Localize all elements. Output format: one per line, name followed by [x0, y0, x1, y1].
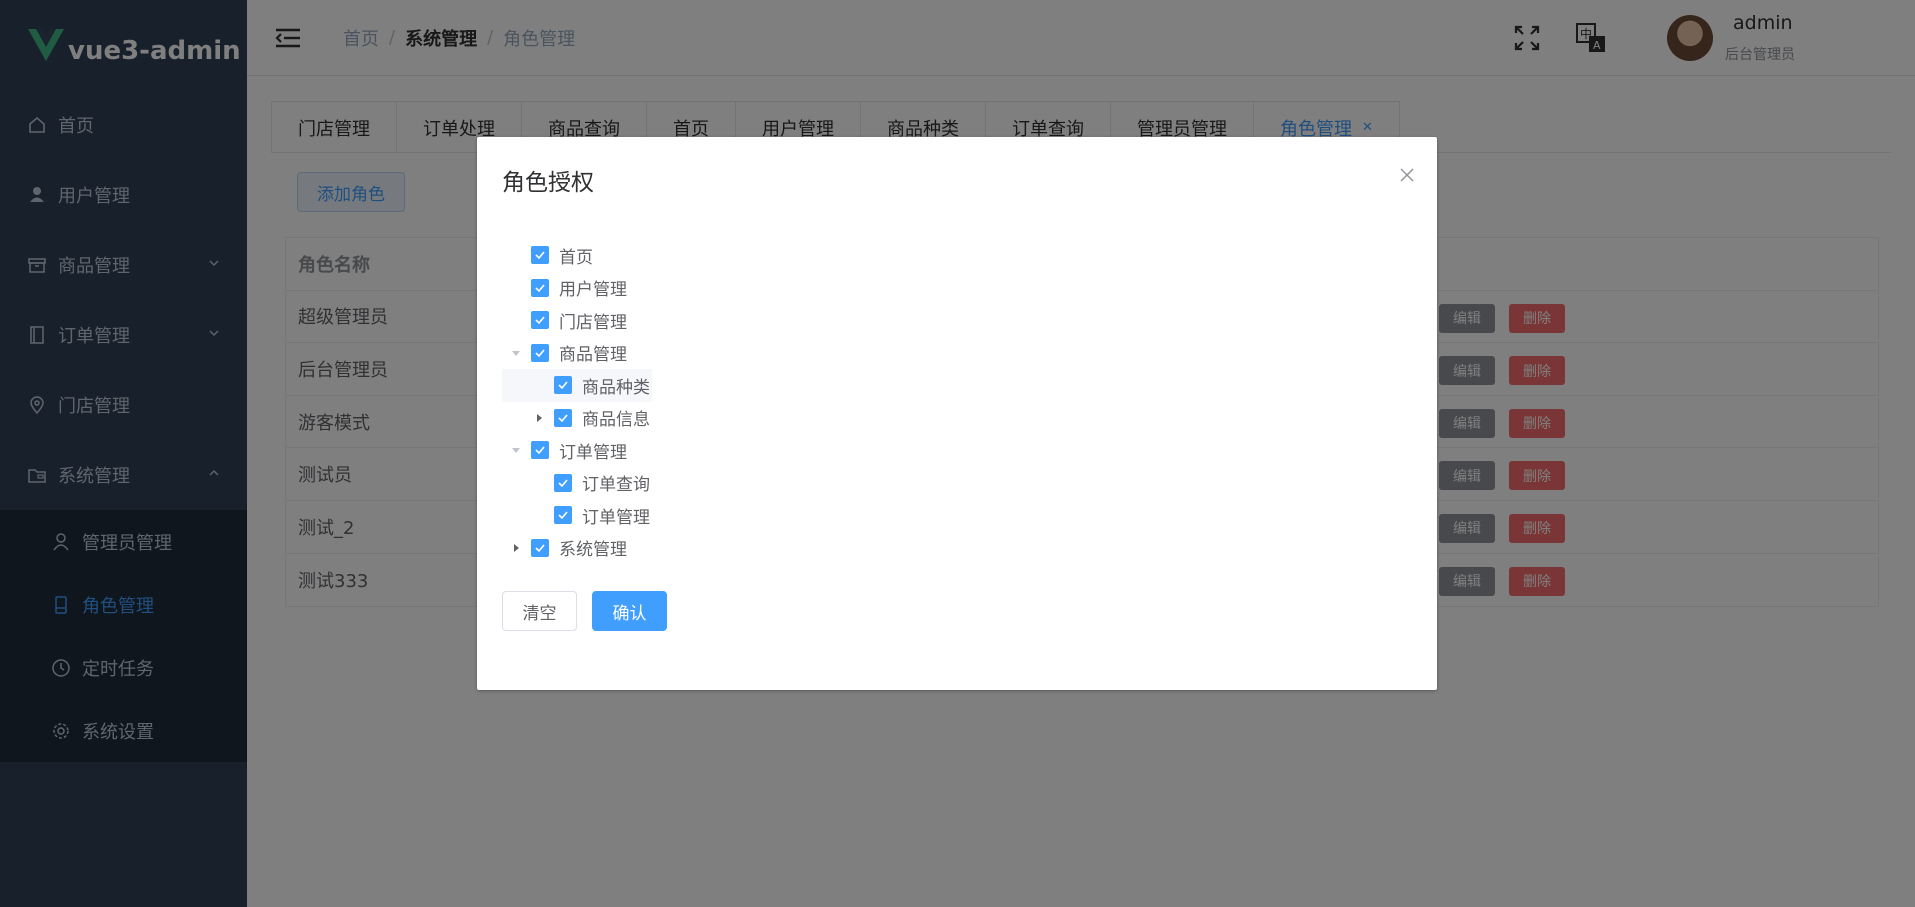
caret-down-icon[interactable] [510, 347, 522, 359]
checkbox-checked[interactable] [531, 311, 549, 330]
tree-node[interactable]: 系统管理 [502, 532, 802, 565]
checkbox-checked[interactable] [531, 343, 549, 362]
checkbox-checked[interactable] [554, 506, 572, 525]
checkbox-checked[interactable] [554, 408, 572, 427]
tree-node[interactable]: 订单管理 [502, 499, 802, 532]
close-icon[interactable] [1399, 167, 1415, 183]
tree-node[interactable]: 订单管理 [502, 434, 802, 467]
tree-node-label: 订单管理 [582, 507, 650, 528]
permission-tree: 首页 用户管理 门店管理 商品管理 商品种类 商品信息 订单管理 订单查询 订单… [502, 239, 802, 564]
tree-node-label: 商品管理 [559, 345, 627, 366]
confirm-button[interactable]: 确认 [592, 591, 667, 631]
checkbox-checked[interactable] [531, 278, 549, 297]
tree-node-label: 订单管理 [559, 442, 627, 463]
caret-right-icon[interactable] [533, 412, 545, 424]
tree-node-label: 用户管理 [559, 280, 627, 301]
caret-down-icon[interactable] [510, 444, 522, 456]
tree-node[interactable]: 订单查询 [502, 467, 802, 500]
tree-arrow-placeholder [533, 477, 545, 489]
checkbox-checked[interactable] [554, 376, 572, 395]
tree-node[interactable]: 首页 [502, 239, 802, 272]
tree-node-label: 首页 [559, 247, 593, 268]
caret-right-icon[interactable] [510, 542, 522, 554]
tree-node[interactable]: 商品信息 [502, 402, 802, 435]
tree-node[interactable]: 商品管理 [502, 337, 802, 370]
tree-node-label: 门店管理 [559, 312, 627, 333]
tree-node-label: 系统管理 [559, 540, 627, 561]
tree-arrow-placeholder [510, 282, 522, 294]
tree-arrow-placeholder [533, 509, 545, 521]
tree-arrow-placeholder [533, 379, 545, 391]
checkbox-checked[interactable] [531, 538, 549, 557]
tree-node-label: 商品信息 [582, 410, 650, 431]
tree-node[interactable]: 商品种类 [502, 369, 652, 402]
dialog-title: 角色授权 [502, 170, 594, 196]
tree-arrow-placeholder [510, 314, 522, 326]
clear-button[interactable]: 清空 [502, 591, 577, 631]
tree-node-label: 商品种类 [582, 377, 650, 398]
checkbox-checked[interactable] [531, 441, 549, 460]
role-authorization-dialog: 角色授权 首页 用户管理 门店管理 商品管理 商品种类 商品信息 订单管理 订单… [477, 137, 1437, 690]
tree-node[interactable]: 门店管理 [502, 304, 802, 337]
checkbox-checked[interactable] [531, 246, 549, 265]
tree-node-label: 订单查询 [582, 475, 650, 496]
checkbox-checked[interactable] [554, 473, 572, 492]
dialog-footer: 清空 确认 [502, 591, 667, 631]
tree-arrow-placeholder [510, 249, 522, 261]
tree-node[interactable]: 用户管理 [502, 272, 802, 305]
